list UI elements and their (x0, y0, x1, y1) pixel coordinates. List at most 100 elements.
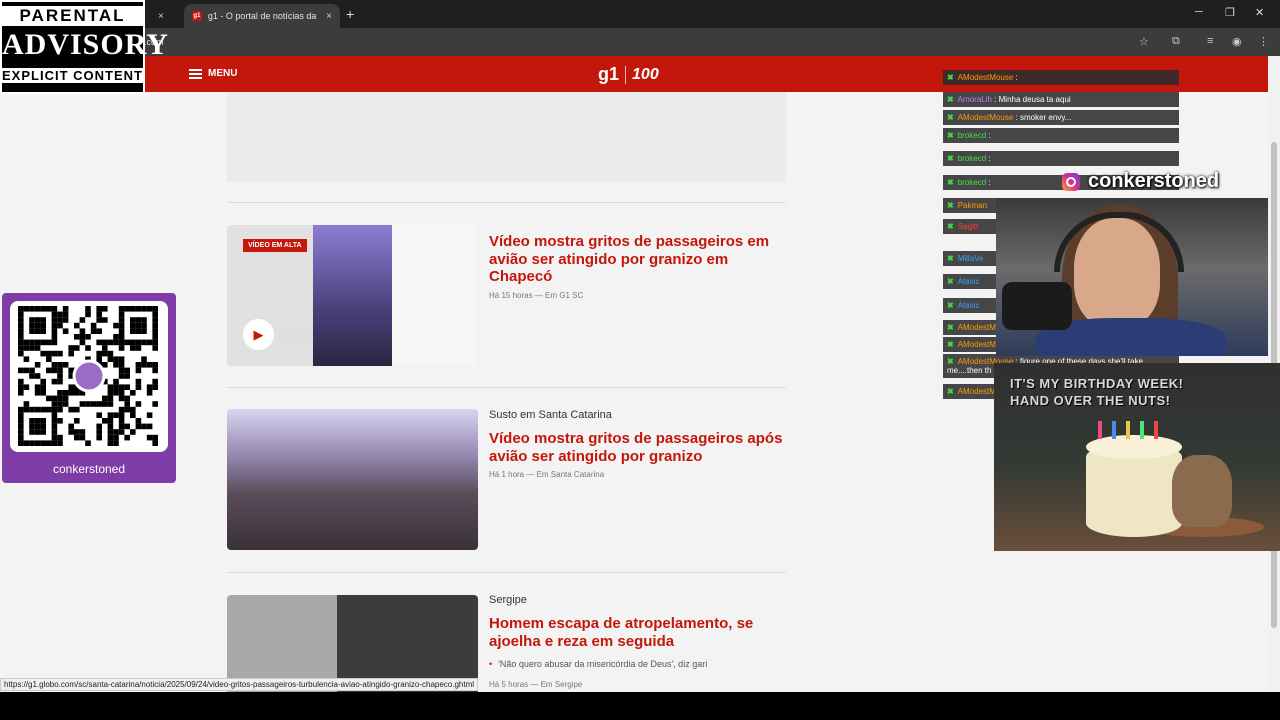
browser-tab-active[interactable]: g1 g1 - O portal de notícias da Globo × (184, 4, 340, 28)
chat-message: ✖ AModestMouse : (943, 70, 1179, 85)
section-divider (227, 202, 786, 203)
new-tab-button[interactable]: + (346, 6, 354, 22)
mod-badge-icon: ✖ (947, 95, 954, 104)
chat-username: brokecd (957, 131, 987, 140)
video-duration: 29 seg (279, 329, 308, 339)
qr-code-image (18, 306, 158, 446)
chat-message: ✖ AModestMouse : smoker envy... (943, 110, 1179, 125)
headset-icon (1054, 212, 1184, 272)
mod-badge-icon: ✖ (947, 387, 954, 396)
bookmark-star-icon[interactable]: ☆ (1139, 35, 1149, 48)
advisory-line-2: ADVISORY (2, 28, 169, 61)
link-status-bar: https://g1.globo.com/sc/santa-catarina/n… (0, 678, 479, 691)
ad-placeholder (227, 92, 786, 182)
kebab-menu-icon[interactable]: ⋮ (1258, 35, 1269, 48)
article-1-headline[interactable]: Vídeo mostra gritos de passageiros em av… (489, 233, 789, 286)
birthday-line-2: HAND OVER THE NUTS! (1010, 393, 1171, 408)
mod-badge-icon: ✖ (947, 277, 954, 286)
article-3-related-link[interactable]: 'Não quero abusar da misericórdia de Deu… (489, 659, 707, 669)
chat-text: Minha deusa ta aqui (996, 95, 1071, 104)
mod-badge-icon: ✖ (947, 113, 954, 122)
candle-icon (1140, 421, 1144, 439)
mod-badge-icon: ✖ (947, 301, 954, 310)
qr-code (10, 301, 168, 452)
parental-advisory-logo: PARENTAL ADVISORY EXPLICIT CONTENT (0, 0, 169, 94)
mod-badge-icon: ✖ (947, 201, 954, 210)
hamburger-icon (189, 68, 202, 79)
chat-username: AModestM (957, 340, 996, 349)
mod-badge-icon: ✖ (947, 73, 954, 82)
profile-avatar[interactable]: ◉ (1232, 35, 1242, 48)
play-icon[interactable]: ▶ (243, 319, 274, 350)
instagram-name: conkerstoned (1088, 170, 1220, 192)
g1-favicon-icon: g1 (192, 11, 202, 21)
chat-username: AModestMouse (957, 73, 1014, 82)
chat-message: ✖ brokecd : (943, 128, 1179, 143)
article-1-thumbnail[interactable]: VÍDEO EM ALTA ▶ 29 seg (227, 225, 478, 366)
article-1-meta: Há 15 horas — Em G1 SC (489, 291, 584, 300)
chat-username: AModestM (957, 387, 996, 396)
restore-icon[interactable]: ❐ (1225, 6, 1235, 19)
tab-title: g1 - O portal de notícias da Globo (207, 11, 318, 21)
chat-username: brokecd (957, 178, 987, 187)
advisory-line-1: PARENTAL (2, 6, 143, 26)
browser-tab-previous[interactable]: × (150, 4, 182, 28)
chat-separator: : (1013, 73, 1018, 82)
mod-badge-icon: ✖ (947, 222, 954, 231)
chat-text: smoker envy... (1017, 113, 1072, 122)
mod-badge-icon: ✖ (947, 178, 954, 187)
g1-logo[interactable]: g1 100 (598, 64, 659, 85)
chat-username: brokecd (957, 154, 987, 163)
chat-username: MillaVe (957, 254, 984, 263)
microphone-icon (1002, 282, 1072, 330)
article-2-kicker: Susto em Santa Catarina (489, 409, 612, 421)
section-divider (227, 572, 786, 573)
article-3-headline[interactable]: Homem escapa de atropelamento, se ajoelh… (489, 615, 789, 650)
advisory-line-3: EXPLICIT CONTENT (2, 68, 143, 83)
article-2-thumbnail[interactable] (227, 409, 478, 550)
browser-tab-bar: × g1 g1 - O portal de notícias da Globo … (0, 0, 1280, 28)
close-window-icon[interactable]: ✕ (1255, 6, 1264, 19)
section-divider (227, 387, 786, 388)
birthday-line-1: IT'S MY BIRTHDAY WEEK! (1010, 376, 1184, 391)
chipmunk-image (1172, 455, 1232, 527)
chat-separator: : (986, 131, 991, 140)
airplane-cabin-image (313, 225, 392, 366)
instagram-handle: conkerstoned (1062, 170, 1219, 193)
close-icon[interactable]: × (158, 11, 164, 22)
chat-username: Pakman (957, 201, 988, 210)
article-3-kicker: Sergipe (489, 594, 527, 606)
mod-badge-icon: ✖ (947, 323, 954, 332)
logo-divider (625, 65, 627, 84)
chat-username: AModestM (957, 323, 996, 332)
birthday-overlay: IT'S MY BIRTHDAY WEEK! HAND OVER THE NUT… (994, 363, 1280, 551)
logo-g1-text: g1 (598, 64, 620, 84)
candle-icon (1112, 421, 1116, 439)
chat-message: ✖ AmoraLih : Minha deusa ta aqui (943, 92, 1179, 107)
article-2-headline[interactable]: Vídeo mostra gritos de passageiros após … (489, 430, 789, 465)
candle-icon (1098, 421, 1102, 439)
chat-separator: : (986, 154, 991, 163)
mod-badge-icon: ✖ (947, 131, 954, 140)
qr-label: conkerstoned (52, 462, 126, 476)
menu-label: MENU (208, 68, 238, 79)
candle-icon (1126, 421, 1130, 439)
media-icon[interactable]: ≡ (1207, 35, 1213, 47)
qr-center-logo-icon (72, 359, 106, 393)
mod-badge-icon: ✖ (947, 254, 954, 263)
minimize-icon[interactable]: ─ (1195, 6, 1203, 18)
address-bar: .com ☆ ⧉ ≡ ◉ ⋮ (0, 28, 1280, 56)
mod-badge-icon: ✖ (947, 357, 954, 366)
chat-username: Atavic (957, 277, 980, 286)
menu-button[interactable]: MENU (189, 68, 237, 79)
video-trending-badge: VÍDEO EM ALTA (243, 239, 307, 252)
close-icon[interactable]: × (326, 11, 332, 22)
candle-icon (1154, 421, 1158, 439)
chat-separator: : (986, 178, 991, 187)
qr-code-card: conkerstoned (2, 293, 176, 483)
streamer-webcam (996, 198, 1268, 356)
article-2-meta: Há 1 hora — Em Santa Catarina (489, 470, 605, 479)
chat-username: Atavic (957, 301, 980, 310)
extensions-icon[interactable]: ⧉ (1172, 35, 1180, 48)
mod-badge-icon: ✖ (947, 154, 954, 163)
